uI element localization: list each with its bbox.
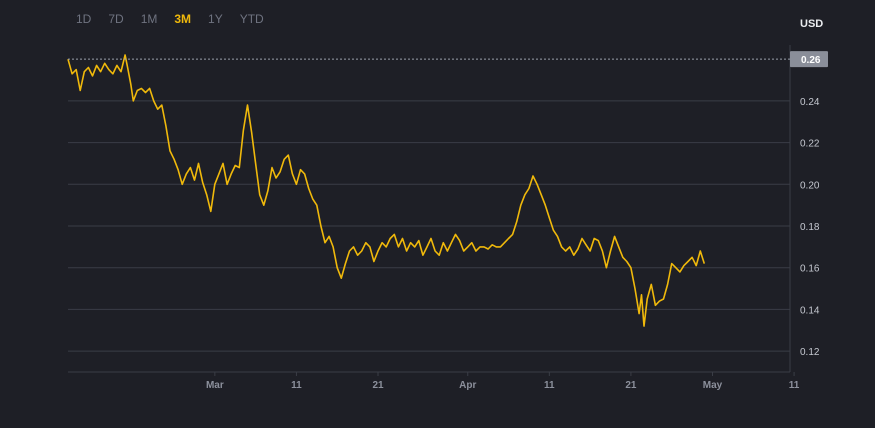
x-tick-label: 21 — [372, 380, 384, 391]
x-tick-label: May — [703, 380, 723, 391]
x-tick-label: 11 — [544, 380, 555, 391]
x-tick-label: Mar — [206, 380, 224, 391]
x-tick-label: 21 — [625, 380, 637, 391]
y-tick-label: 0.16 — [800, 264, 820, 275]
y-tick-label: 0.22 — [800, 139, 820, 150]
y-tick-label: 0.14 — [800, 305, 820, 316]
x-axis: Mar 11 21 Apr 11 21 May 11 — [206, 372, 800, 391]
price-chart[interactable]: 0.12 0.14 0.16 0.18 0.20 0.22 0.24 Mar 11 21 Apr 1… — [0, 0, 875, 428]
price-line-layer — [67, 54, 706, 327]
y-tick-label: 0.20 — [800, 180, 820, 191]
y-tick-label: 0.12 — [800, 347, 820, 358]
grid-lines — [68, 45, 791, 373]
x-tick-label: Apr — [459, 380, 476, 391]
current-price-value: 0.26 — [801, 55, 821, 66]
y-axis: 0.12 0.14 0.16 0.18 0.20 0.22 0.24 — [800, 97, 820, 358]
current-price-marker: 0.26 — [68, 51, 828, 68]
y-tick-label: 0.24 — [800, 97, 820, 108]
y-tick-label: 0.18 — [800, 222, 820, 233]
x-tick-label: 11 — [291, 380, 302, 391]
x-tick-label: 11 — [789, 380, 800, 391]
price-line — [67, 54, 706, 327]
